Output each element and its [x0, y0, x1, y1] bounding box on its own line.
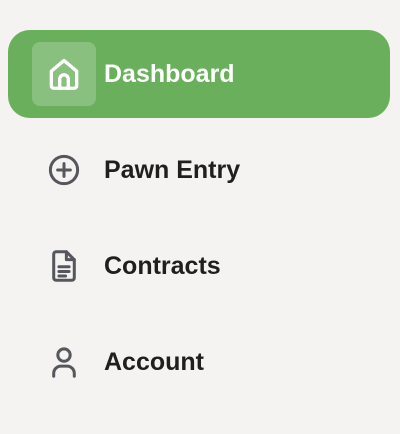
sidebar-nav: Dashboard Pawn Entry Contracts Account	[0, 0, 400, 434]
home-icon	[32, 42, 96, 106]
plus-circle-icon	[32, 138, 96, 202]
sidebar-item-label: Pawn Entry	[104, 156, 241, 184]
sidebar-item-label: Dashboard	[104, 60, 235, 88]
sidebar-item-contracts[interactable]: Contracts	[8, 222, 390, 310]
sidebar-item-dashboard[interactable]: Dashboard	[8, 30, 390, 118]
sidebar-item-pawn-entry[interactable]: Pawn Entry	[8, 126, 390, 214]
document-icon	[32, 234, 96, 298]
user-icon	[32, 330, 96, 394]
sidebar-item-label: Contracts	[104, 252, 221, 280]
sidebar-item-label: Account	[104, 348, 204, 376]
sidebar-item-account[interactable]: Account	[8, 318, 390, 406]
